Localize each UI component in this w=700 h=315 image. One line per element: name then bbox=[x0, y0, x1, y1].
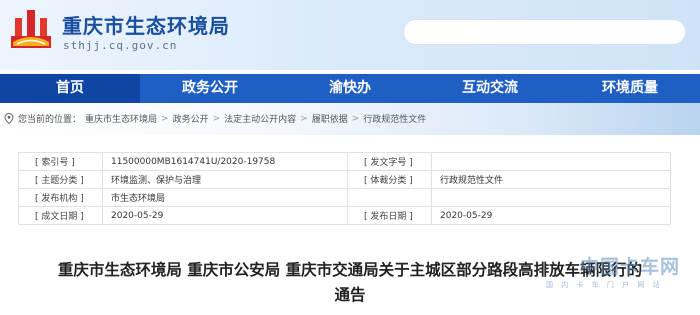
site-header: 重庆市生态环境局 sthjj.cq.gov.cn bbox=[0, 0, 700, 70]
site-logo-icon[interactable] bbox=[9, 6, 53, 50]
meta-key: [ 体裁分类 ] bbox=[347, 170, 432, 189]
meta-empty bbox=[431, 188, 671, 207]
meta-value: 11500000MB1614741U/2020-19758 bbox=[102, 152, 348, 171]
nav-item-home[interactable]: 首页 bbox=[0, 74, 140, 103]
table-row: [ 成文日期 ] 2020-05-29 [ 发布日期 ] 2020-05-29 bbox=[18, 206, 671, 225]
breadcrumb: 您当前的位置： 重庆市生态环境局 > 政务公开 > 法定主动公开内容 > 履职依… bbox=[4, 112, 426, 125]
site-title[interactable]: 重庆市生态环境局 bbox=[62, 10, 230, 39]
breadcrumb-prefix: 您当前的位置： bbox=[18, 115, 82, 125]
breadcrumb-separator: > bbox=[351, 113, 360, 124]
breadcrumb-separator: > bbox=[161, 113, 169, 124]
site-url: sthjj.cq.gov.cn bbox=[63, 39, 178, 52]
main-nav: 首页 政务公开 渝快办 互动交流 环境质量 bbox=[0, 74, 700, 103]
table-row: [ 索引号 ] 11500000MB1614741U/2020-19758 [ … bbox=[18, 152, 671, 171]
nav-item-interaction[interactable]: 互动交流 bbox=[420, 74, 560, 103]
meta-value: 环境监测、保护与治理 bbox=[102, 170, 348, 189]
table-row: [ 主题分类 ] 环境监测、保护与治理 [ 体裁分类 ] 行政规范性文件 bbox=[18, 170, 671, 189]
meta-value: 2020-05-29 bbox=[102, 206, 348, 225]
meta-key: [ 发布日期 ] bbox=[347, 206, 432, 225]
meta-key: [ 发文字号 ] bbox=[347, 152, 432, 171]
nav-item-environment-quality[interactable]: 环境质量 bbox=[560, 74, 700, 103]
article-title-line: 通告 bbox=[334, 286, 366, 304]
breadcrumb-separator: > bbox=[212, 113, 221, 124]
meta-key: [ 主题分类 ] bbox=[18, 170, 103, 189]
meta-value: 市生态环境局 bbox=[102, 188, 348, 207]
breadcrumb-item-legal-basis[interactable]: 履职依据 bbox=[312, 112, 348, 125]
nav-item-yukuaiban[interactable]: 渝快办 bbox=[280, 74, 420, 103]
document-meta-table: [ 索引号 ] 11500000MB1614741U/2020-19758 [ … bbox=[18, 152, 671, 225]
breadcrumb-bar: 您当前的位置： 重庆市生态环境局 > 政务公开 > 法定主动公开内容 > 履职依… bbox=[0, 103, 700, 135]
article-title: 重庆市生态环境局 重庆市公安局 重庆市交通局关于主城区部分路段高排放车辆限行的 … bbox=[0, 258, 700, 308]
meta-empty bbox=[347, 188, 432, 207]
breadcrumb-item-government-affairs[interactable]: 政务公开 bbox=[173, 112, 209, 125]
breadcrumb-separator: > bbox=[300, 113, 308, 124]
breadcrumb-item-normative-documents[interactable]: 行政规范性文件 bbox=[363, 112, 426, 125]
meta-value: 行政规范性文件 bbox=[431, 170, 671, 189]
table-row: [ 发布机构 ] 市生态环境局 bbox=[18, 188, 671, 207]
article-title-line: 重庆市生态环境局 重庆市公安局 重庆市交通局关于主城区部分路段高排放车辆限行的 bbox=[57, 261, 643, 279]
search-input[interactable] bbox=[403, 19, 686, 45]
breadcrumb-item-bureau[interactable]: 重庆市生态环境局 bbox=[85, 112, 157, 125]
meta-key: [ 成文日期 ] bbox=[18, 206, 103, 225]
breadcrumb-item-statutory-content[interactable]: 法定主动公开内容 bbox=[224, 112, 296, 125]
meta-value bbox=[431, 152, 671, 171]
meta-key: [ 索引号 ] bbox=[18, 152, 103, 171]
location-pin-icon bbox=[4, 113, 14, 124]
meta-key: [ 发布机构 ] bbox=[18, 188, 103, 207]
meta-value: 2020-05-29 bbox=[431, 206, 671, 225]
nav-item-government-affairs[interactable]: 政务公开 bbox=[140, 74, 280, 103]
